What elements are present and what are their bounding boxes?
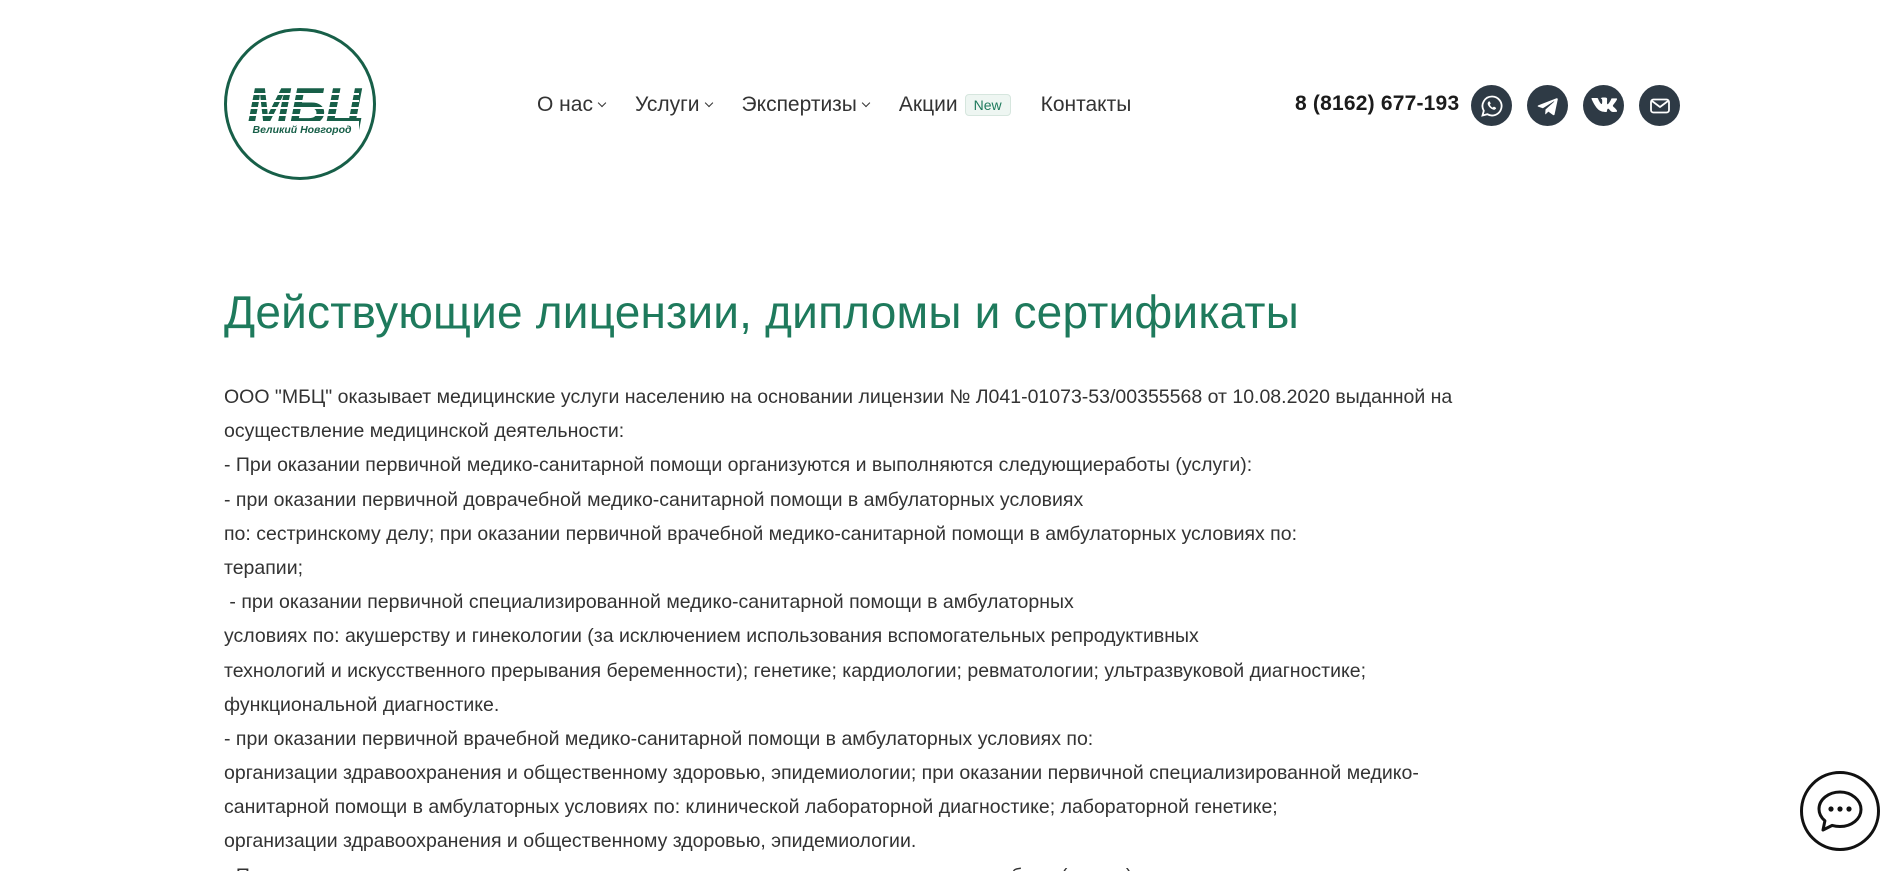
text-line: организации здравоохранения и общественн… (224, 830, 917, 853)
telegram-icon (1537, 97, 1558, 115)
chat-bubble-icon (1817, 790, 1863, 832)
mail-button[interactable] (1639, 85, 1680, 126)
nav-item-label: Акции (898, 93, 958, 116)
logo[interactable]: МБЦ Великий Новгород (224, 28, 376, 180)
vk-icon (1590, 97, 1617, 112)
text-line: ООО "МБЦ" оказывает медицинские услуги н… (224, 386, 1453, 408)
text-line: функциональной диагностике. (224, 693, 500, 716)
text-line: организации здравоохранения и общественн… (224, 762, 1419, 785)
mail-icon (1649, 98, 1670, 113)
text-line: по: сестринскому делу; при оказании перв… (224, 522, 1298, 545)
text-line: - при оказании первичной врачебной медик… (224, 727, 1094, 750)
text-line: - При оказании первичной медико-санитарн… (224, 454, 1253, 477)
phone-link[interactable]: 8 (8162) 677-193 (1295, 92, 1459, 116)
whatsapp-icon (1480, 95, 1502, 117)
nav-item-contacts[interactable]: Контакты (1041, 93, 1132, 117)
text-line: технологий и искусственного прерывания б… (224, 659, 1367, 682)
chevron-down-icon (861, 98, 871, 108)
nav-item-label: О нас (537, 93, 593, 116)
text-line: - При проведении медицинских экспертиз о… (224, 859, 1664, 871)
license-text: ООО "МБЦ" оказывает медицинские услуги н… (224, 380, 1664, 871)
text-line: - при оказании первичной специализирован… (224, 591, 1074, 614)
nav-item-services[interactable]: Услуги (634, 93, 713, 117)
chevron-down-icon (704, 98, 713, 108)
text-line: - при оказании первичной доврачебной мед… (224, 488, 1084, 511)
new-badge: New (964, 94, 1011, 116)
text-line: условиях по: акушерству и гинекологии (з… (224, 625, 1199, 648)
vk-button[interactable] (1583, 85, 1624, 126)
whatsapp-button[interactable] (1471, 85, 1512, 126)
text-line: терапии; (224, 556, 304, 579)
nav-item-label: Контакты (1040, 93, 1132, 116)
telegram-button[interactable] (1527, 85, 1568, 126)
chevron-down-icon (597, 98, 607, 108)
nav-item-label: Услуги (634, 93, 700, 116)
nav-item-about[interactable]: О нас (537, 93, 607, 117)
nav-item-expertise[interactable]: Экспертизы (741, 93, 871, 117)
text-line: осуществление медицинской деятельности: (224, 420, 625, 443)
chat-widget-button[interactable] (1800, 771, 1880, 851)
logo-subtitle: Великий Новгород (245, 123, 359, 136)
nav-item-promotions[interactable]: Акции New (899, 93, 1011, 117)
page-title: Действующие лицензии, дипломы и сертифик… (224, 286, 1299, 338)
page: МБЦ Великий Новгород О нас Услуги Экспер… (0, 0, 1898, 871)
main-nav: О нас Услуги Экспертизы Акции New Контак… (537, 90, 1161, 120)
text-line: санитарной помощи в амбулаторных условия… (224, 796, 1278, 819)
nav-item-label: Экспертизы (741, 93, 857, 116)
